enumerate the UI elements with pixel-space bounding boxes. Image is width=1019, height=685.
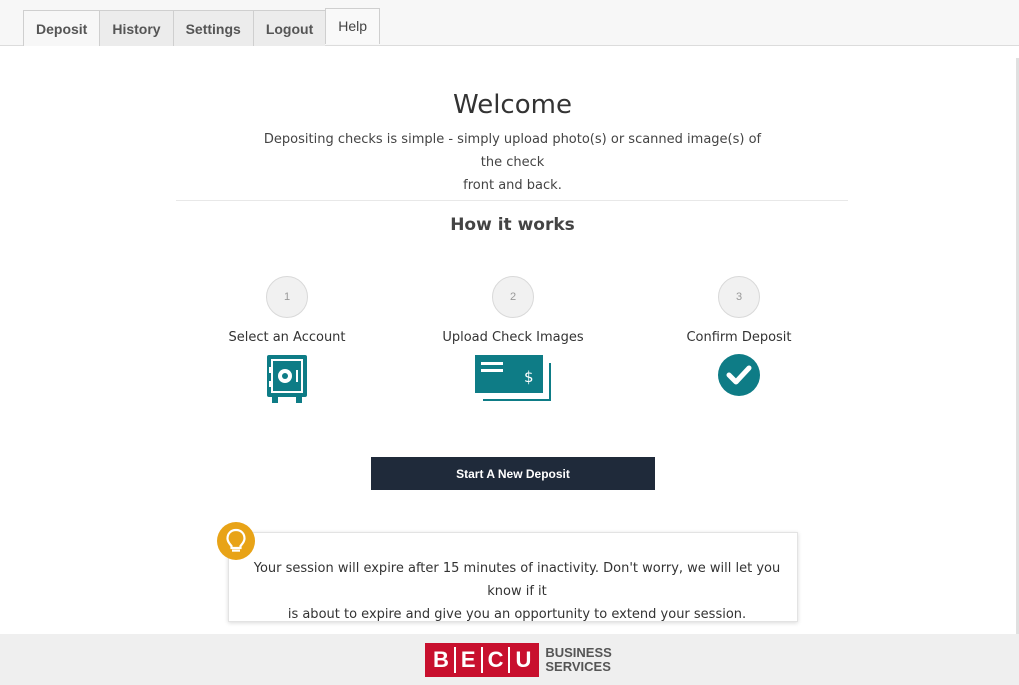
logo-sub-line2: SERVICES	[545, 659, 611, 674]
step-number-2: 2	[492, 276, 534, 318]
tab-settings[interactable]: Settings	[172, 10, 253, 46]
svg-text:$: $	[524, 368, 534, 386]
session-notice-text: Your session will expire after 15 minute…	[253, 557, 781, 626]
step-2: 2 Upload Check Images $	[413, 276, 613, 403]
welcome-text-line1: Depositing checks is simple - simply upl…	[263, 132, 762, 170]
session-notice: Your session will expire after 15 minute…	[228, 532, 798, 622]
step-3: 3 Confirm Deposit	[639, 276, 839, 397]
divider	[176, 200, 848, 201]
tab-help[interactable]: Help	[325, 8, 381, 44]
page-title: Welcome	[453, 90, 572, 120]
top-nav-bar: Deposit History Settings Logout Help	[0, 0, 1019, 46]
step-1: 1 Select an Account	[187, 276, 387, 405]
tab-logout[interactable]: Logout	[252, 10, 326, 46]
step-number-1: 1	[266, 276, 308, 318]
safe-icon	[267, 355, 307, 403]
session-notice-line2: is about to expire and give you an oppor…	[287, 607, 747, 622]
welcome-text-line2: front and back.	[463, 178, 562, 193]
logo-letter-c: C	[483, 647, 511, 673]
lightbulb-icon	[217, 522, 255, 560]
logo-letters: B E C U	[425, 643, 540, 677]
step-label-2: Upload Check Images	[442, 330, 584, 345]
step-label-1: Select an Account	[228, 330, 346, 345]
logo-subtitle: BUSINESS SERVICES	[545, 646, 611, 674]
start-new-deposit-button[interactable]: Start A New Deposit	[371, 457, 655, 490]
tab-history[interactable]: History	[99, 10, 173, 46]
logo-sub-line1: BUSINESS	[545, 645, 612, 660]
tab-deposit[interactable]: Deposit	[23, 10, 100, 46]
checkmark-circle-icon	[718, 354, 760, 396]
welcome-description: Depositing checks is simple - simply upl…	[260, 128, 765, 197]
how-it-works-title: How it works	[450, 215, 575, 235]
session-notice-line1: Your session will expire after 15 minute…	[253, 561, 781, 599]
tab-list: Deposit History Settings Logout Help	[23, 8, 381, 46]
step-label-3: Confirm Deposit	[686, 330, 792, 345]
becu-logo: B E C U BUSINESS SERVICES	[425, 643, 612, 677]
logo-letter-b: B	[428, 647, 456, 673]
step-number-3: 3	[718, 276, 760, 318]
logo-letter-u: U	[515, 647, 532, 672]
main-content: Welcome Depositing checks is simple - si…	[0, 46, 1019, 634]
logo-letter-e: E	[456, 647, 483, 673]
checks-icon: $	[475, 355, 551, 401]
